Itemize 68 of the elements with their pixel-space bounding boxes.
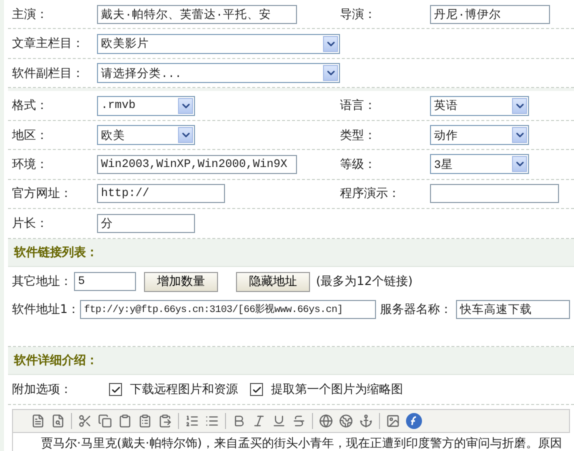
field-label: 官方网址： <box>12 185 73 202</box>
bullet-list-icon[interactable] <box>205 414 219 428</box>
anchor-icon[interactable] <box>359 414 373 428</box>
field-label: 片长： <box>12 214 49 232</box>
italic-icon[interactable] <box>252 414 266 428</box>
field-label: 类型： <box>340 126 377 144</box>
copy-icon[interactable] <box>98 414 112 428</box>
chevron-down-icon <box>323 36 338 52</box>
chevron-down-icon <box>512 98 527 114</box>
option-label: 下载远程图片和资源 <box>130 381 238 398</box>
action-button[interactable]: 增加数量 <box>144 272 218 292</box>
strikethrough-icon[interactable] <box>292 414 306 428</box>
option-label: 提取第一个图片为缩略图 <box>271 381 403 398</box>
chevron-down-icon <box>512 127 527 144</box>
field-label: 文章主栏目： <box>12 35 85 52</box>
clipboard-list-icon[interactable] <box>138 414 152 428</box>
dropdown[interactable]: 欧美 <box>97 125 195 146</box>
paste-icon[interactable] <box>158 414 172 428</box>
field-label: 主演： <box>12 6 49 23</box>
field-label: 软件地址1： <box>12 300 80 318</box>
field-label: 其它地址： <box>12 273 73 290</box>
globe-icon[interactable] <box>339 414 353 428</box>
field-label: 服务器名称： <box>380 300 453 318</box>
clipboard-icon[interactable] <box>118 414 132 428</box>
field-label: 地区： <box>12 126 49 144</box>
field-label: 软件副栏目： <box>12 64 85 82</box>
note-text: (最多为12个链接) <box>316 273 413 290</box>
dropdown[interactable]: 动作 <box>430 125 529 146</box>
image-icon[interactable] <box>386 414 400 428</box>
field-label: 格式： <box>12 97 49 114</box>
editor-text: 贾马尔·马里克(戴夫·帕特尔饰)，来自孟买的街头小青年，现在正遭到印度警方的审问与折磨。原因 <box>12 433 570 451</box>
dropdown[interactable]: 欧美影片 <box>97 34 340 54</box>
checkbox[interactable] <box>109 383 122 396</box>
text-field[interactable]: ftp://y:y@ftp.66ys.cn:3103/[66影视www.66ys.cn] <box>80 300 376 319</box>
document-icon[interactable] <box>31 414 45 428</box>
dropdown[interactable]: 请选择分类... <box>97 63 340 84</box>
numbered-list-icon[interactable] <box>185 414 199 428</box>
dropdown[interactable]: .rmvb <box>97 96 195 116</box>
text-field[interactable]: http:// <box>97 184 225 204</box>
section-header: 软件详细介绍： <box>8 346 574 376</box>
chevron-down-icon <box>178 98 193 114</box>
scissors-icon[interactable] <box>78 414 92 428</box>
field-label: 等级： <box>340 156 377 173</box>
text-field[interactable] <box>430 184 559 204</box>
field-label: 程序演示： <box>340 185 401 202</box>
preview-icon[interactable] <box>51 414 65 428</box>
text-field[interactable]: 丹尼·博伊尔 <box>430 4 550 24</box>
field-label: 语言： <box>340 97 377 114</box>
chevron-down-icon <box>178 127 193 144</box>
text-field[interactable]: 5 <box>74 272 136 292</box>
text-field[interactable]: 快车高速下载 <box>456 300 570 319</box>
field-label: 附加选项： <box>12 381 73 398</box>
field-label: 环境： <box>12 156 49 173</box>
underline-icon[interactable] <box>272 414 286 428</box>
chevron-down-icon <box>323 65 338 82</box>
field-label: 导演： <box>340 6 377 23</box>
chevron-down-icon <box>512 156 527 172</box>
bold-icon[interactable] <box>232 414 246 428</box>
checkbox[interactable] <box>250 383 263 396</box>
dropdown[interactable]: 3星 <box>430 154 529 174</box>
dropdown[interactable]: 英语 <box>430 96 529 116</box>
flash-icon[interactable] <box>406 413 422 430</box>
globe-icon[interactable] <box>319 414 333 428</box>
text-field[interactable]: 戴夫·帕特尔、芙蕾达·平托、安 <box>97 4 297 24</box>
text-field[interactable]: 分 <box>97 214 195 233</box>
text-field[interactable]: Win2003,WinXP,Win2000,Win9X <box>97 154 297 174</box>
section-header: 软件链接列表： <box>8 238 574 268</box>
action-button[interactable]: 隐藏地址 <box>236 272 310 292</box>
